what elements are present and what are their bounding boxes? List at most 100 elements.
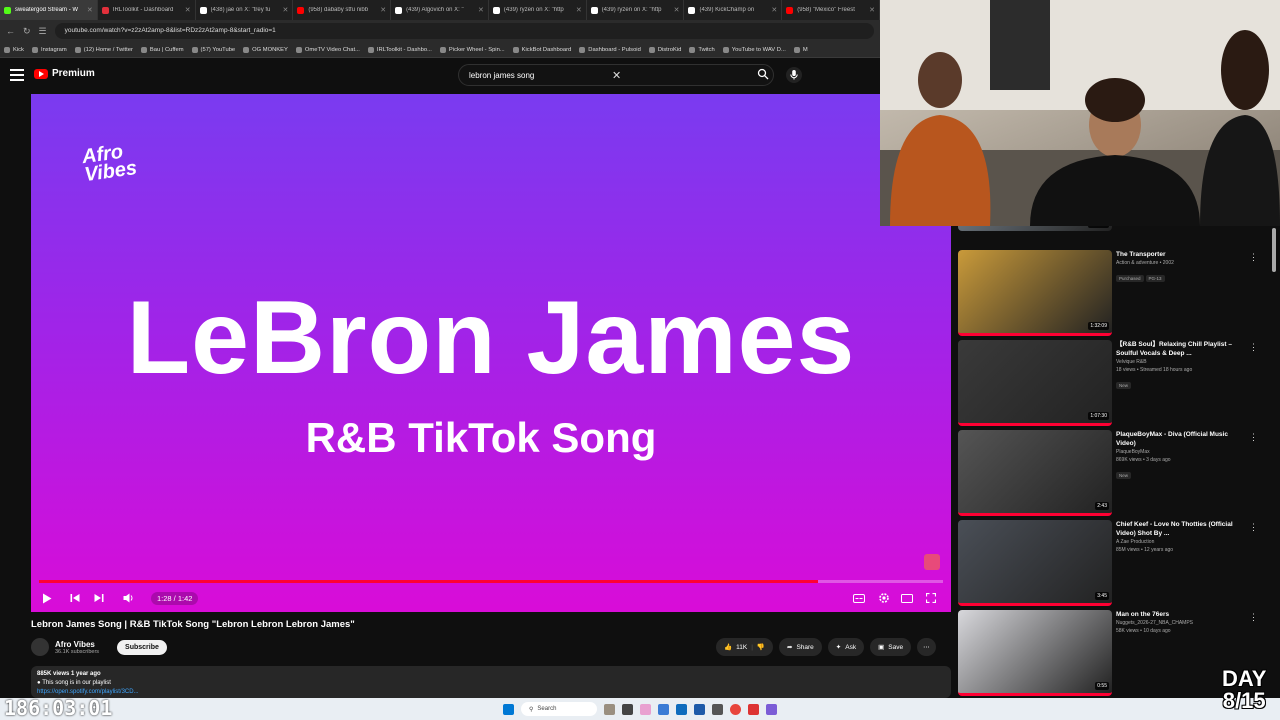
- recommendation-thumbnail[interactable]: 1:32:09: [958, 250, 1112, 336]
- widgets-icon[interactable]: [604, 703, 615, 715]
- tab-close-icon[interactable]: ✕: [674, 6, 680, 14]
- recommendation-title[interactable]: PlaqueBoyMax - Diva (Official Music Vide…: [1116, 430, 1236, 448]
- browser-tab[interactable]: (439) ryzen on X: "http ✕: [489, 0, 587, 20]
- store-icon[interactable]: [694, 703, 705, 715]
- like-count[interactable]: 11K: [736, 644, 747, 651]
- description-box[interactable]: 885K views 1 year ago ● This song is in …: [31, 666, 951, 698]
- browser-tab[interactable]: sweatergod Stream - W ✕: [0, 0, 98, 20]
- tab-close-icon[interactable]: ✕: [185, 6, 191, 14]
- recommendation-item[interactable]: 0:55 Man on the 76ers Nuggets_2026-27_NBA_…: [958, 610, 1258, 696]
- site-info-icon[interactable]: ☰: [39, 26, 47, 37]
- bookmark-item[interactable]: OG MONKEY: [243, 46, 288, 53]
- progress-bar[interactable]: [39, 580, 943, 583]
- subscribe-button[interactable]: Subscribe: [117, 639, 167, 655]
- bookmark-item[interactable]: M: [793, 46, 808, 53]
- sidebar-scrollbar[interactable]: [1272, 228, 1276, 272]
- tab-close-icon[interactable]: ✕: [576, 6, 582, 14]
- voice-search-button[interactable]: [786, 66, 802, 84]
- bookmark-item[interactable]: Bau | Cuffem: [140, 46, 184, 53]
- recommendation-item[interactable]: 1:32:09 The Transporter Action & adventure…: [958, 250, 1258, 336]
- chrome-icon[interactable]: [730, 703, 741, 715]
- bookmark-item[interactable]: YouTube to WAV D...: [722, 46, 786, 53]
- next-button[interactable]: [91, 588, 107, 608]
- theater-mode-button[interactable]: [899, 588, 915, 608]
- settings-button[interactable]: [876, 588, 892, 608]
- back-icon[interactable]: ←: [6, 26, 15, 36]
- browser-tab[interactable]: (958) "Mexico" Freest ✕: [782, 0, 880, 20]
- tab-close-icon[interactable]: ✕: [380, 6, 386, 14]
- dislike-icon[interactable]: 👎: [757, 643, 765, 651]
- youtube-logo[interactable]: Premium: [34, 68, 95, 79]
- play-button[interactable]: [39, 588, 55, 608]
- bookmark-item[interactable]: DistroKid: [648, 46, 681, 53]
- more-vertical-icon[interactable]: ⋮: [1249, 522, 1258, 533]
- bookmark-item[interactable]: OmeTV Video Chat...: [295, 46, 360, 53]
- more-vertical-icon[interactable]: ⋮: [1249, 342, 1258, 353]
- browser-tab[interactable]: (958) dababy stfu nibb ✕: [293, 0, 392, 20]
- recommendation-item[interactable]: 3:45 Chief Keef - Love No Thotties (Offic…: [958, 520, 1258, 606]
- browser-tab[interactable]: (439) KickChamp on ✕: [684, 0, 783, 20]
- browser-tab[interactable]: (439) ryzen on X: "http ✕: [587, 0, 685, 20]
- recommendation-thumbnail[interactable]: 1:07:30: [958, 340, 1112, 426]
- menu-icon[interactable]: [10, 69, 24, 81]
- browser-tab[interactable]: (438) jae on X: "trey fu ✕: [196, 0, 294, 20]
- tab-title: (438) jae on X: "trey fu: [210, 7, 271, 13]
- tab-close-icon[interactable]: ✕: [771, 6, 777, 14]
- bookmark-item[interactable]: Twitch: [689, 46, 715, 53]
- clear-search-icon[interactable]: ✕: [612, 69, 755, 82]
- ask-button[interactable]: ✦ Ask: [827, 638, 865, 656]
- video-player[interactable]: Afro Vibes LeBron James R&B TikTok Song …: [31, 94, 951, 612]
- app-icon-3[interactable]: [748, 703, 759, 715]
- recommendation-thumbnail[interactable]: 0:55: [958, 610, 1112, 696]
- bookmark-item[interactable]: Kick: [4, 46, 24, 53]
- search-button[interactable]: [755, 66, 771, 82]
- volume-button[interactable]: [121, 588, 137, 608]
- app-icon-4[interactable]: [766, 703, 777, 715]
- app-icon[interactable]: [640, 703, 651, 715]
- recommendation-title[interactable]: Man on the 76ers: [1116, 610, 1236, 619]
- more-vertical-icon[interactable]: ⋮: [1249, 432, 1258, 443]
- recommendation-item[interactable]: 2:43 PlaqueBoyMax - Diva (Official Music …: [958, 430, 1258, 516]
- browser-tab[interactable]: IRLToolkit - Dashboard ✕: [98, 0, 196, 20]
- task-view-icon[interactable]: [622, 703, 633, 715]
- channel-name[interactable]: Afro Vibes: [55, 640, 99, 649]
- recommendation-title[interactable]: The Transporter: [1116, 250, 1236, 259]
- bookmark-item[interactable]: (57) YouTube: [191, 46, 235, 53]
- channel-avatar[interactable]: [31, 638, 49, 656]
- start-icon[interactable]: [503, 703, 514, 715]
- recommendation-thumbnail[interactable]: 2:43: [958, 430, 1112, 516]
- edge-icon[interactable]: [676, 703, 687, 715]
- duration-badge: 2:43: [1095, 502, 1109, 510]
- reload-icon[interactable]: ↻: [23, 26, 31, 37]
- like-icon[interactable]: 👍: [724, 643, 732, 651]
- bookmark-item[interactable]: Picker Wheel - Spin...: [439, 46, 505, 53]
- bookmark-item[interactable]: KickBot Dashboard: [512, 46, 571, 53]
- bookmark-item[interactable]: Dashboard - Pulsoid: [579, 46, 641, 53]
- tab-close-icon[interactable]: ✕: [478, 6, 484, 14]
- tab-close-icon[interactable]: ✕: [87, 6, 93, 14]
- url-field[interactable]: youtube.com/watch?v=z2zAt2amp-8&list=RDz…: [54, 23, 874, 39]
- search-input[interactable]: lebron james song ✕: [458, 64, 774, 86]
- recommendation-item[interactable]: 1:07:30 【R&B Soul】Relaxing Chill Playlist…: [958, 340, 1258, 426]
- more-vertical-icon[interactable]: ⋮: [1249, 252, 1258, 263]
- recommendation-title[interactable]: Chief Keef - Love No Thotties (Official …: [1116, 520, 1236, 538]
- fullscreen-button[interactable]: [923, 588, 939, 608]
- tab-close-icon[interactable]: ✕: [869, 6, 875, 14]
- bookmark-item[interactable]: IRLToolkit - Dashbo...: [367, 46, 432, 53]
- previous-button[interactable]: [67, 588, 83, 608]
- browser-tab[interactable]: (439) Algovich on X: " ✕: [391, 0, 489, 20]
- taskbar-search[interactable]: ⚲ Search: [521, 702, 597, 716]
- bookmark-item[interactable]: Instagram: [31, 46, 67, 53]
- more-actions-button[interactable]: ⋯: [917, 638, 936, 656]
- tab-close-icon[interactable]: ✕: [282, 6, 288, 14]
- file-explorer-icon[interactable]: [658, 703, 669, 715]
- recommendation-title[interactable]: 【R&B Soul】Relaxing Chill Playlist – Soul…: [1116, 340, 1236, 358]
- save-button[interactable]: ▣ Save: [870, 638, 912, 656]
- captions-button[interactable]: [851, 588, 867, 608]
- app-icon-2[interactable]: [712, 703, 723, 715]
- more-vertical-icon[interactable]: ⋮: [1249, 612, 1258, 623]
- description-link[interactable]: https://open.spotify.com/playlist/3CD...: [37, 688, 945, 697]
- bookmark-item[interactable]: (12) Home / Twitter: [74, 46, 133, 53]
- share-button[interactable]: ➦ Share: [778, 638, 822, 656]
- recommendation-thumbnail[interactable]: 3:45: [958, 520, 1112, 606]
